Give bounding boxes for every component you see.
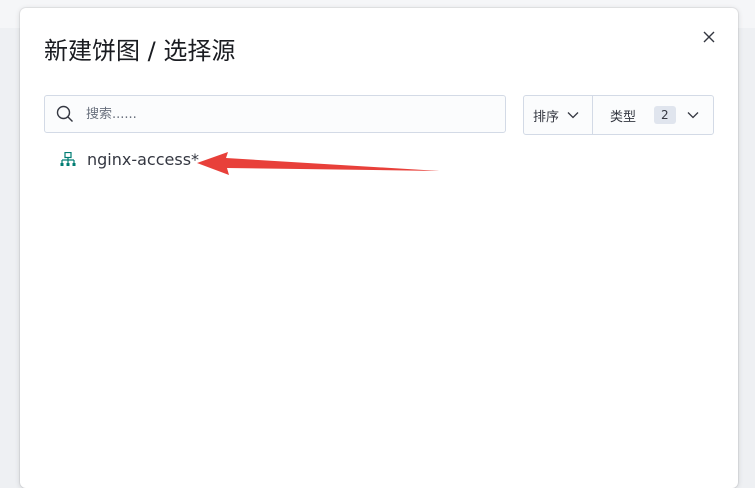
sort-label: 排序 xyxy=(533,109,560,125)
type-label: 类型 xyxy=(610,109,637,125)
search-box[interactable] xyxy=(44,95,506,133)
chevron-down-icon xyxy=(687,111,699,119)
list-item-nginx-access[interactable]: nginx-access* xyxy=(60,150,199,169)
search-icon xyxy=(56,105,74,123)
index-pattern-icon xyxy=(60,151,76,168)
list-item-label: nginx-access* xyxy=(87,150,200,169)
search-input[interactable] xyxy=(84,105,468,123)
type-filter-button[interactable]: 类型 2 xyxy=(593,96,713,134)
filter-group: 排序 类型 2 xyxy=(523,95,714,135)
sort-button[interactable]: 排序 xyxy=(524,96,593,134)
type-count-badge: 2 xyxy=(654,106,676,124)
chevron-down-icon xyxy=(567,111,579,119)
dialog-title: 新建饼图 / 选择源 xyxy=(44,37,236,65)
new-pie-chart-dialog: 新建饼图 / 选择源 排序 类型 2 xyxy=(20,8,738,488)
close-button[interactable] xyxy=(700,28,718,46)
close-icon xyxy=(703,31,715,43)
